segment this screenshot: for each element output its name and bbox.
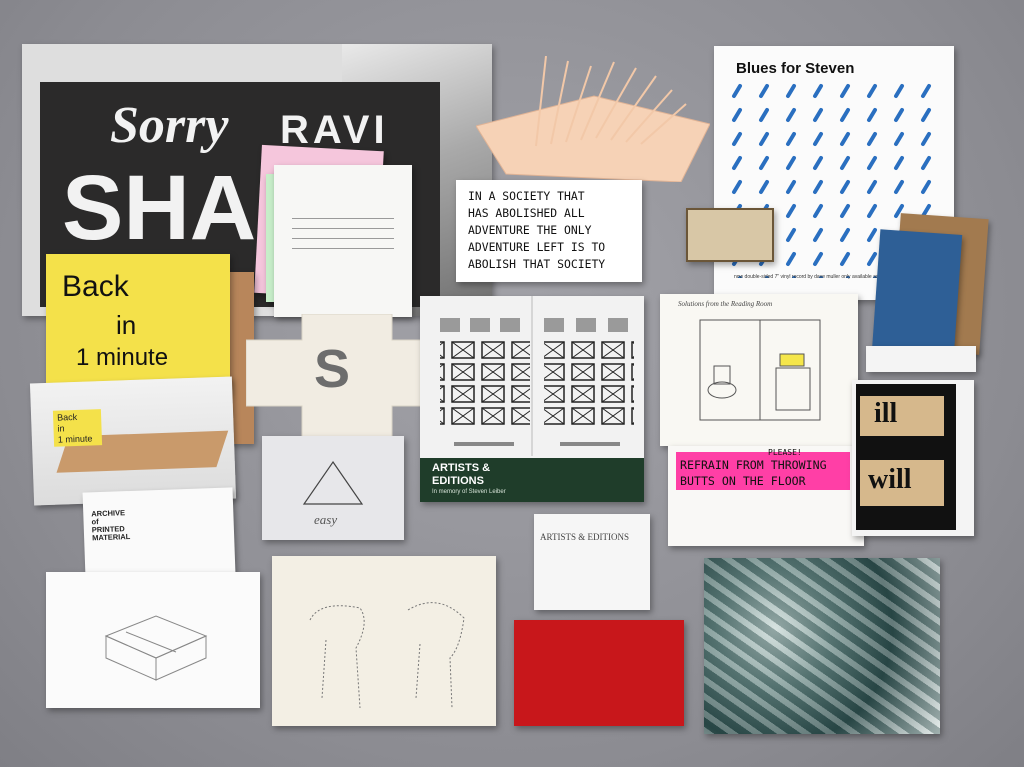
blue-booklet-cover: [871, 229, 963, 359]
society-line-4: ADVENTURE LEFT IS TO: [468, 240, 606, 254]
easy-word: easy: [314, 512, 338, 527]
back-line-2: in: [116, 310, 137, 340]
reading-room-drawing: Solutions from the Reading Room: [660, 294, 858, 446]
bathroom-sketch: [699, 319, 821, 421]
box-subtitle: In memory of Steven Leiber: [432, 489, 506, 495]
small-certificate-card: [686, 208, 774, 262]
back-line-1: Back: [62, 270, 129, 303]
box-title-1: ARTISTS &: [432, 462, 491, 474]
artists-editions-box: ARTISTS & EDITIONS In memory of Steven L…: [420, 296, 644, 502]
ill-word: ill: [874, 398, 898, 429]
floor-sign-card: PLEASE! REFRAIN FROM THROWING BUTTS ON T…: [668, 446, 864, 546]
society-line-3: ADVENTURE THE ONLY: [468, 223, 592, 237]
back-in-1-minute-sign: Back in 1 minute: [46, 254, 230, 394]
fists-drawing: [272, 556, 496, 726]
social-sculpture-sheet: [274, 165, 412, 317]
ill-will-card: ill will: [852, 380, 974, 536]
floor-sign-pink: PLEASE! REFRAIN FROM THROWING BUTTS ON T…: [676, 448, 850, 490]
popup-paper-sculpture: [476, 56, 710, 182]
fists-sketch: [309, 602, 465, 709]
photo-yellow-sign: Back in 1 minute: [52, 409, 103, 447]
photo-sign-line-3: 1 minute: [57, 433, 93, 445]
small-label-slip: [866, 346, 976, 372]
box-window-grid: [440, 296, 634, 456]
floor-line-0: PLEASE!: [768, 448, 802, 457]
s-unfolded-card: S: [246, 314, 422, 446]
box-green-band: ARTISTS & EDITIONS In memory of Steven L…: [420, 458, 644, 502]
society-line-2: HAS ABOLISHED ALL: [468, 206, 585, 220]
triangle-drawing: [302, 460, 364, 505]
machine-sketch-sheet: [46, 572, 260, 708]
gallery-table: Sorry RAVI SHAN Blues for Steven now dou…: [0, 0, 1024, 767]
red-book: [514, 620, 684, 726]
booklet-title: ARTISTS & EDITIONS: [540, 532, 629, 542]
ill-panel: [860, 396, 944, 436]
archive-printed-material: ARCHIVE of PRINTED MATERIAL: [82, 487, 236, 579]
society-line-1: IN A SOCIETY THAT: [468, 189, 585, 203]
sheet-text-lines: [292, 213, 394, 253]
print-texture: [704, 558, 940, 734]
archive-line-4: MATERIAL: [91, 532, 131, 543]
will-word: will: [868, 464, 912, 495]
machine-sketch: [104, 615, 208, 681]
society-line-5: ABOLISH THAT SOCIETY: [468, 257, 606, 271]
photo-sign-on-table: Back in 1 minute: [29, 376, 237, 506]
artists-editions-booklet: ARTISTS & EDITIONS: [534, 514, 650, 610]
s-letter: S: [314, 339, 351, 399]
floor-line-2: BUTTS ON THE FLOOR: [680, 474, 806, 488]
easy-triangle-card: easy: [262, 436, 404, 540]
green-abstract-print: [704, 558, 940, 734]
blues-title: Blues for Steven: [736, 60, 855, 77]
floor-line-1: REFRAIN FROM THROWING: [680, 458, 827, 472]
drawing-caption: Solutions from the Reading Room: [678, 300, 773, 308]
box-title-2: EDITIONS: [432, 475, 484, 487]
society-quote-card: IN A SOCIETY THAT HAS ABOLISHED ALL ADVE…: [456, 180, 642, 282]
back-line-3: 1 minute: [76, 344, 169, 371]
